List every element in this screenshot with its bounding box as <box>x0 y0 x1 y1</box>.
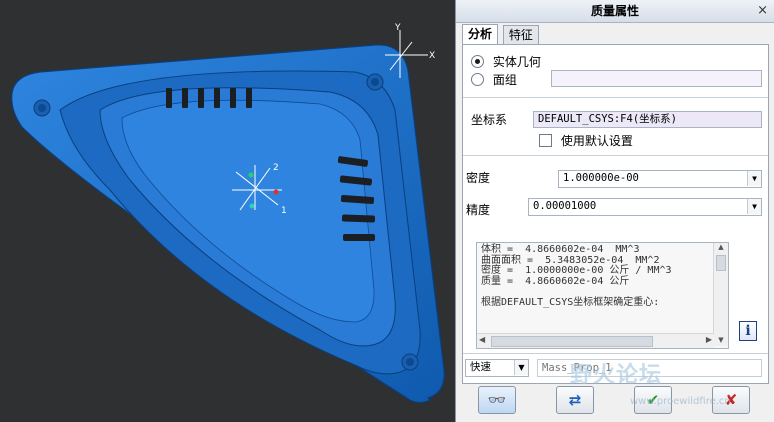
density-field[interactable]: 1.000000e-00 ▼ <box>558 170 762 188</box>
divider <box>463 155 768 156</box>
use-default-checkbox[interactable] <box>539 134 552 147</box>
results-horizontal-scrollbar[interactable]: ◀ ▶ <box>477 333 714 348</box>
analysis-panel: 实体几何 面组 坐标系 DEFAULT_CSYS:F4(坐标系) 使用默认设置 … <box>462 44 769 384</box>
precision-field[interactable]: 0.00001000 ▼ <box>528 198 762 216</box>
solid-geometry-label: 实体几何 <box>492 55 541 69</box>
csys-label-2: 2 <box>273 163 279 173</box>
close-icon[interactable]: × <box>757 0 768 22</box>
refresh-icon: ⇄ <box>568 390 582 409</box>
density-value: 1.000000e-00 <box>563 172 639 184</box>
results-text: 体积 = 4.8660602e-04 MM^3 曲面面积 = 5.3483052… <box>481 244 672 308</box>
preview-button[interactable]: 👓 <box>478 386 516 414</box>
results-area[interactable]: 体积 = 4.8660602e-04 MM^3 曲面面积 = 5.3483052… <box>476 242 729 349</box>
tab-features[interactable]: 特征 <box>502 25 539 45</box>
precision-label: 精度 <box>466 203 491 217</box>
glasses-icon: 👓 <box>487 390 507 409</box>
quilt-radio[interactable] <box>471 73 484 86</box>
coord-collector[interactable]: DEFAULT_CSYS:F4(坐标系) <box>533 111 762 128</box>
part-model: 2 1 Y X <box>11 23 445 404</box>
quilt-label: 面组 <box>492 73 517 87</box>
divider <box>463 97 768 98</box>
chevron-down-icon[interactable]: ▼ <box>747 171 761 186</box>
results-vertical-scrollbar[interactable]: ▲ ▼ <box>713 243 728 346</box>
dialog-title: 质量属性 <box>590 4 639 18</box>
quilt-option[interactable]: 面组 <box>471 71 517 88</box>
watermark-text: 野火论坛 <box>570 363 663 388</box>
use-default-option[interactable]: 使用默认设置 <box>539 132 633 149</box>
watermark-url: www.proewildfire.cn <box>630 396 731 407</box>
tab-bar: 分析 特征 <box>462 24 540 45</box>
repeat-button[interactable]: ⇄ <box>556 386 594 414</box>
axis-y-label: Y <box>394 23 401 33</box>
chevron-down-icon[interactable]: ▼ <box>514 360 528 375</box>
mode-value: 快速 <box>470 361 491 373</box>
solid-geometry-option[interactable]: 实体几何 <box>471 53 541 70</box>
mode-select[interactable]: 快速 ▼ <box>465 359 529 377</box>
axis-x-label: X <box>429 51 435 61</box>
tab-analysis[interactable]: 分析 <box>462 24 499 45</box>
precision-value: 0.00001000 <box>533 200 597 212</box>
csys-label-1: 1 <box>281 206 287 216</box>
quilt-collector[interactable] <box>551 70 762 87</box>
coord-label: 坐标系 <box>471 113 508 127</box>
chevron-down-icon[interactable]: ▼ <box>747 199 761 214</box>
model-viewport[interactable]: 2 1 Y X <box>0 0 455 422</box>
info-icon[interactable]: i <box>739 321 757 341</box>
solid-geometry-radio[interactable] <box>471 55 484 68</box>
divider <box>463 353 768 354</box>
use-default-label: 使用默认设置 <box>560 134 633 148</box>
dialog-titlebar: 质量属性 × <box>456 0 774 23</box>
density-label: 密度 <box>466 171 491 185</box>
